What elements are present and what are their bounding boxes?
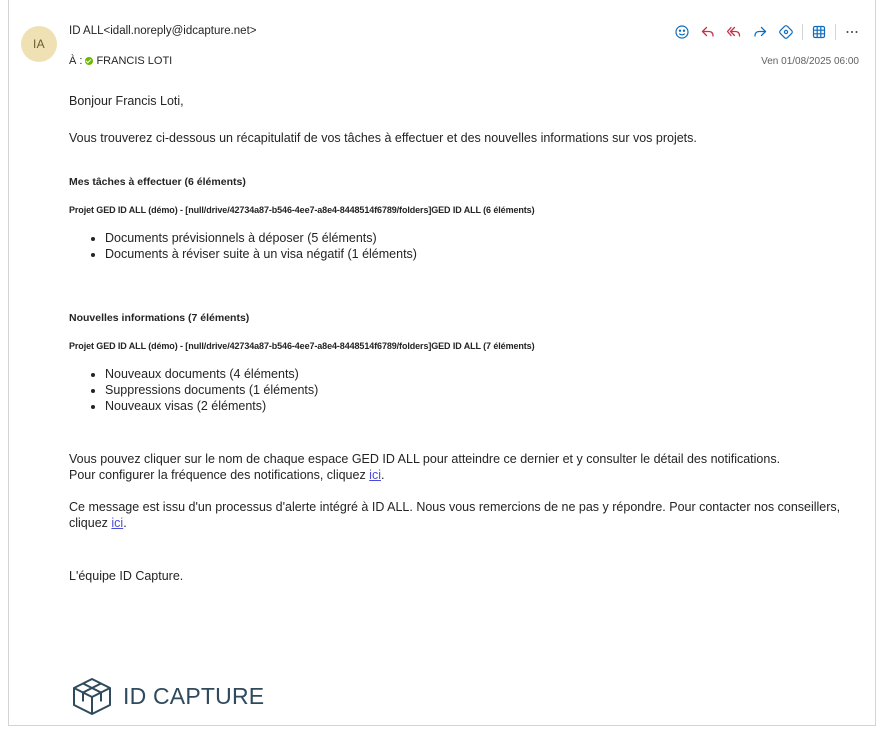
- id-capture-logo: ID CAPTURE: [69, 676, 264, 716]
- signature: L'équipe ID Capture.: [69, 569, 184, 583]
- sender[interactable]: ID ALL<idall.noreply@idcapture.net>: [69, 25, 257, 37]
- tasks-project-link[interactable]: Projet GED ID ALL (démo) - [null/drive/4…: [69, 202, 869, 218]
- message-actions-toolbar: [669, 20, 865, 44]
- list-item: Documents prévisionnels à déposer (5 élé…: [105, 230, 869, 246]
- toolbar-divider: [802, 24, 803, 40]
- news-list: Nouveaux documents (4 éléments) Suppress…: [69, 366, 869, 414]
- config-paragraph: Pour configurer la fréquence des notific…: [69, 467, 869, 483]
- avatar[interactable]: IA: [21, 26, 57, 62]
- list-item: Nouveaux documents (4 éléments): [105, 366, 869, 382]
- config-link[interactable]: ici: [369, 468, 381, 482]
- config-text: Pour configurer la fréquence des notific…: [69, 468, 370, 482]
- reply-icon[interactable]: [695, 20, 721, 44]
- tasks-list: Documents prévisionnels à déposer (5 élé…: [69, 230, 869, 262]
- list-item: Documents à réviser suite à un visa néga…: [105, 246, 869, 262]
- list-item: Nouveaux visas (2 éléments): [105, 398, 869, 414]
- logo-text: ID CAPTURE: [123, 682, 265, 709]
- email-date: Ven 01/08/2025 06:00: [761, 56, 859, 67]
- list-item: Suppressions documents (1 éléments): [105, 382, 869, 398]
- config-end: .: [380, 468, 385, 482]
- reply-all-icon[interactable]: [721, 20, 747, 44]
- disclaimer-paragraph: Ce message est issu d'un processus d'ale…: [69, 499, 869, 531]
- greeting: Bonjour Francis Loti,: [69, 94, 184, 108]
- sticker-icon[interactable]: [773, 20, 799, 44]
- recipient-line: À : FRANCIS LOTI: [69, 55, 172, 67]
- recipient-name[interactable]: FRANCIS LOTI: [96, 55, 172, 67]
- disclaimer-end: .: [123, 516, 127, 530]
- smiley-icon[interactable]: [669, 20, 695, 44]
- news-project-link[interactable]: Projet GED ID ALL (démo) - [null/drive/4…: [69, 338, 869, 354]
- more-icon[interactable]: [839, 20, 865, 44]
- contact-link[interactable]: ici: [111, 516, 123, 530]
- presence-available-icon: [85, 57, 94, 65]
- forward-icon[interactable]: [747, 20, 773, 44]
- tasks-heading: Mes tâches à effectuer (6 éléments): [69, 176, 246, 188]
- disclaimer-text: Ce message est issu d'un processus d'ale…: [69, 500, 841, 530]
- cube-logo-icon: [73, 678, 111, 715]
- toolbar-divider: [835, 24, 836, 40]
- email-reading-pane: IA ID ALL<idall.noreply@idcapture.net> À…: [8, 0, 876, 726]
- intro-text: Vous trouverez ci-dessous un récapitulat…: [69, 131, 697, 145]
- to-label: À :: [69, 55, 83, 67]
- instructions-paragraph: Vous pouvez cliquer sur le nom de chaque…: [69, 452, 781, 466]
- email-body: Bonjour Francis Loti, Vous trouverez ci-…: [69, 93, 869, 584]
- apps-icon[interactable]: [806, 20, 832, 44]
- news-heading: Nouvelles informations (7 éléments): [69, 312, 250, 324]
